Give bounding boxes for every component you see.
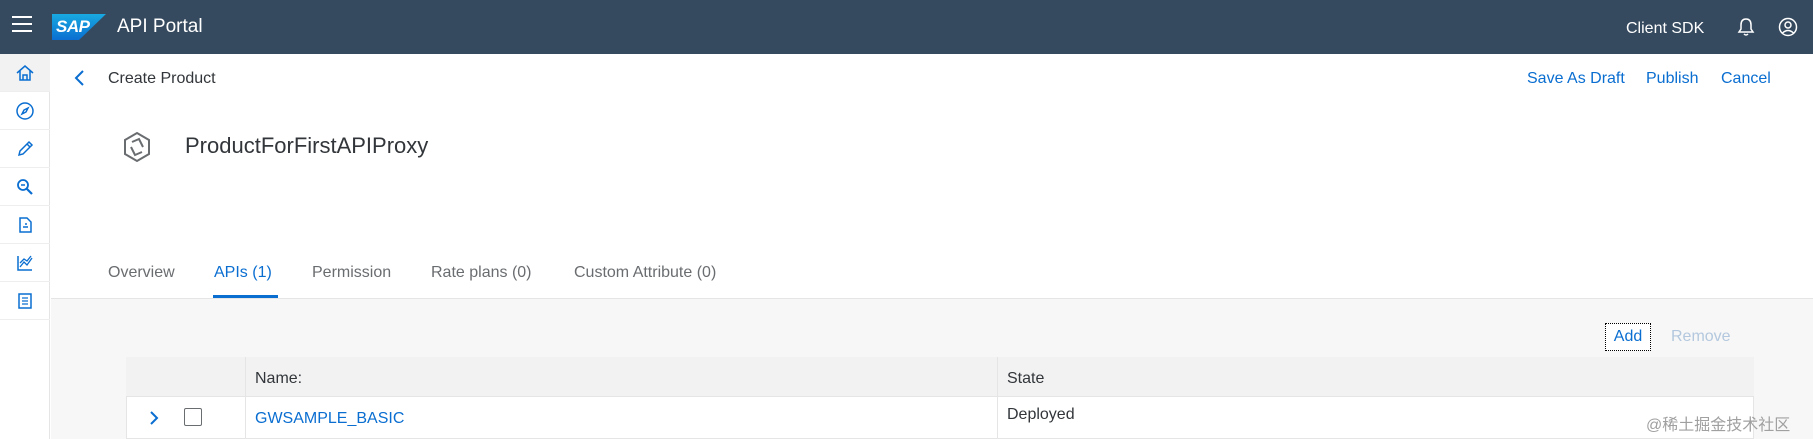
user-icon[interactable] — [1778, 17, 1798, 37]
side-navigation — [0, 54, 50, 439]
nav-analyze[interactable] — [0, 244, 50, 282]
nav-publish[interactable] — [0, 206, 50, 244]
breadcrumb: Create Product — [108, 70, 216, 87]
expand-row-icon[interactable] — [148, 409, 160, 427]
analyze-icon — [17, 255, 33, 271]
discover-icon — [16, 101, 34, 120]
sap-logo[interactable]: SAP — [52, 14, 106, 40]
monitor-icon — [18, 292, 32, 309]
save-as-draft-button[interactable]: Save As Draft — [1527, 70, 1625, 88]
column-separator — [997, 357, 998, 439]
column-header-state[interactable]: State — [1007, 370, 1044, 388]
nav-monitor[interactable] — [0, 282, 50, 320]
remove-button[interactable]: Remove — [1671, 328, 1731, 346]
column-separator — [245, 357, 246, 439]
tab-apis[interactable]: APIs (1) — [214, 264, 272, 282]
api-name-link[interactable]: GWSAMPLE_BASIC — [255, 410, 404, 428]
menu-icon[interactable] — [12, 16, 32, 38]
page-title: ProductForFirstAPIProxy — [185, 133, 429, 158]
test-icon — [17, 178, 33, 195]
watermark: @稀土掘金技术社区 — [1646, 417, 1791, 434]
product-icon — [124, 131, 150, 163]
home-icon — [16, 64, 34, 81]
publish-button[interactable]: Publish — [1646, 70, 1698, 88]
row-select-checkbox[interactable] — [184, 408, 202, 426]
nav-home[interactable] — [0, 54, 50, 92]
back-icon[interactable] — [72, 68, 88, 88]
app-title: API Portal — [117, 16, 203, 37]
tab-overview[interactable]: Overview — [108, 264, 175, 282]
api-state: Deployed — [1007, 406, 1075, 423]
bell-icon[interactable] — [1736, 17, 1756, 37]
cancel-button[interactable]: Cancel — [1721, 70, 1771, 88]
tab-rate-plans[interactable]: Rate plans (0) — [431, 264, 532, 282]
tab-custom-attribute[interactable]: Custom Attribute (0) — [574, 264, 716, 282]
nav-discover[interactable] — [0, 92, 50, 130]
nav-develop[interactable] — [0, 130, 50, 168]
column-header-name[interactable]: Name: — [255, 370, 302, 388]
shell-bar: SAP API Portal Client SDK — [0, 0, 1813, 54]
client-sdk-link[interactable]: Client SDK — [1626, 20, 1704, 38]
tab-permission[interactable]: Permission — [312, 264, 391, 282]
develop-icon — [17, 140, 34, 156]
add-button[interactable]: Add — [1605, 323, 1651, 351]
nav-test[interactable] — [0, 168, 50, 206]
table-header — [126, 357, 1754, 397]
publish-icon — [19, 216, 32, 233]
